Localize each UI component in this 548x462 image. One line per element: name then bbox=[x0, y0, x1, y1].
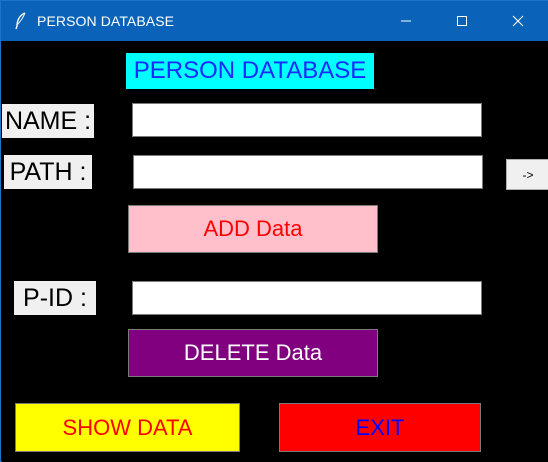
add-data-button[interactable]: ADD Data bbox=[128, 205, 378, 253]
feather-icon bbox=[15, 12, 26, 30]
close-icon bbox=[512, 15, 524, 27]
show-data-button[interactable]: SHOW DATA bbox=[15, 403, 240, 452]
pid-label: P-ID : bbox=[14, 281, 96, 315]
title-bar[interactable]: PERSON DATABASE bbox=[1, 1, 548, 41]
exit-button[interactable]: EXIT bbox=[279, 403, 481, 452]
browse-button[interactable]: -> bbox=[506, 159, 548, 190]
minimize-icon bbox=[401, 20, 411, 22]
path-label: PATH : bbox=[4, 155, 92, 189]
window-title: PERSON DATABASE bbox=[37, 13, 175, 29]
page-title: PERSON DATABASE bbox=[126, 53, 374, 89]
name-label: NAME : bbox=[2, 104, 94, 138]
app-window: PERSON DATABASE PERSON DATABASE NAME : P… bbox=[0, 0, 548, 462]
pid-field[interactable] bbox=[132, 281, 482, 315]
maximize-icon bbox=[457, 16, 467, 26]
delete-data-button[interactable]: DELETE Data bbox=[128, 329, 378, 377]
path-field[interactable] bbox=[133, 155, 483, 189]
minimize-button[interactable] bbox=[383, 1, 429, 41]
client-area: PERSON DATABASE NAME : PATH : -> ADD Dat… bbox=[2, 41, 548, 462]
close-button[interactable] bbox=[495, 1, 541, 41]
maximize-button[interactable] bbox=[439, 1, 485, 41]
name-field[interactable] bbox=[132, 103, 482, 137]
